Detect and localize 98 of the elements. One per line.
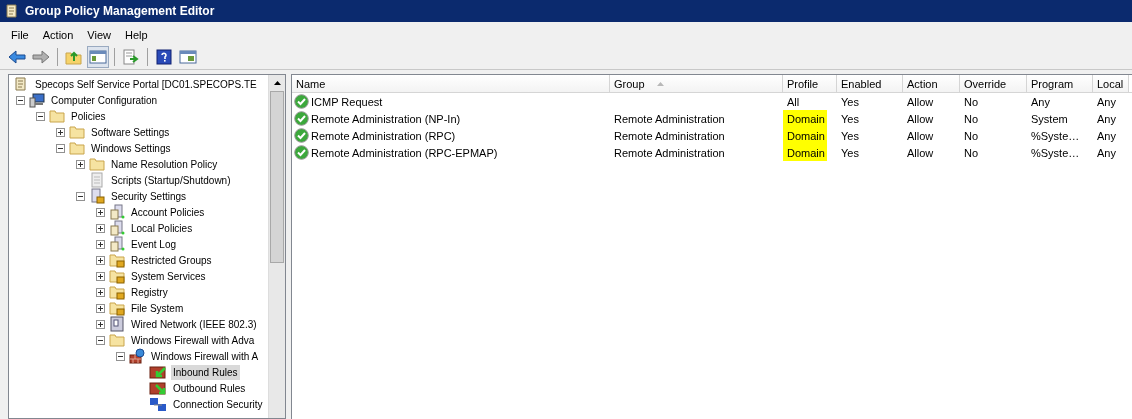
- folder-icon: [49, 108, 65, 124]
- rule-name[interactable]: Remote Administration (NP-In): [311, 112, 461, 125]
- tree-item[interactable]: Windows Firewall with Adva: [129, 332, 257, 348]
- tree-item[interactable]: Windows Settings: [89, 140, 173, 156]
- collapse-icon[interactable]: [96, 335, 105, 345]
- column-header[interactable]: Enabled: [837, 75, 903, 92]
- lockfolder-icon: [109, 284, 125, 300]
- column-header[interactable]: Action: [903, 75, 960, 92]
- tree-item[interactable]: Event Log: [129, 236, 179, 252]
- table-cell: All: [787, 95, 800, 108]
- tree-item[interactable]: Scripts (Startup/Shutdown): [109, 172, 233, 188]
- table-cell: %Syste…: [1031, 146, 1080, 159]
- tree-item[interactable]: Software Settings: [89, 124, 172, 140]
- table-cell: Domain: [787, 112, 825, 125]
- table-cell: Domain: [787, 129, 825, 142]
- table-cell: No: [964, 129, 979, 142]
- tree-item[interactable]: Connection Security: [171, 396, 265, 412]
- table-cell: Allow: [907, 112, 934, 125]
- document-icon: [13, 76, 29, 92]
- collapse-icon[interactable]: [56, 143, 65, 153]
- lockfolder-icon: [109, 300, 125, 316]
- expand-icon[interactable]: [96, 207, 105, 217]
- expand-icon[interactable]: [96, 271, 105, 281]
- table-cell: Any: [1097, 129, 1116, 142]
- column-header[interactable]: Local: [1093, 75, 1129, 92]
- table-cell: Remote Administration: [614, 146, 725, 159]
- table-cell: Yes: [841, 146, 859, 159]
- lockfolder-icon: [109, 252, 125, 268]
- tree-item[interactable]: System Services: [129, 268, 208, 284]
- tree-item[interactable]: Specops Self Service Portal [DC01.SPECOPS.TE: [33, 76, 259, 92]
- scrollbar[interactable]: [268, 75, 285, 418]
- table-cell: Allow: [907, 129, 934, 142]
- table-cell: Yes: [841, 129, 859, 142]
- collapse-icon[interactable]: [36, 111, 45, 121]
- table-cell: Yes: [841, 95, 859, 108]
- menu-item[interactable]: File: [4, 27, 36, 43]
- table-cell: %Syste…: [1031, 129, 1080, 142]
- window-title: Group Policy Management Editor: [25, 4, 215, 18]
- tree-item[interactable]: Name Resolution Policy: [109, 156, 220, 172]
- table-cell: System: [1031, 112, 1068, 125]
- menu-item[interactable]: Action: [35, 27, 81, 43]
- table-cell: Allow: [907, 146, 934, 159]
- table-cell: Domain: [787, 146, 825, 159]
- rule-name[interactable]: ICMP Request: [311, 95, 383, 108]
- table-cell: Allow: [907, 95, 934, 108]
- scroll-up-icon[interactable]: [273, 81, 281, 85]
- tree-item[interactable]: File System: [129, 300, 186, 316]
- app-icon: [4, 3, 20, 19]
- firewall-icon: [129, 348, 145, 364]
- column-header[interactable]: Name: [292, 75, 610, 92]
- folder-icon: [109, 332, 125, 348]
- computer-icon: [29, 92, 45, 108]
- table-cell: Remote Administration: [614, 129, 725, 142]
- table-cell: Any: [1097, 146, 1116, 159]
- menu-item[interactable]: View: [80, 27, 118, 43]
- network-icon: [109, 316, 125, 332]
- tree-item[interactable]: Restricted Groups: [129, 252, 214, 268]
- tree-item[interactable]: Inbound Rules: [171, 364, 240, 380]
- table-cell: Any: [1097, 95, 1116, 108]
- folder-icon: [69, 124, 85, 140]
- expand-icon[interactable]: [96, 303, 105, 313]
- table-cell: No: [964, 112, 979, 125]
- collapse-icon[interactable]: [16, 95, 25, 105]
- menu-item[interactable]: Help: [117, 27, 155, 43]
- expand-icon[interactable]: [96, 255, 105, 265]
- rule-name[interactable]: Remote Administration (RPC-EPMAP): [311, 146, 498, 159]
- table-cell: No: [964, 146, 979, 159]
- table-cell: Yes: [841, 112, 859, 125]
- expand-icon[interactable]: [96, 239, 105, 249]
- tree-view-icon[interactable]: [87, 45, 109, 68]
- table-cell: Any: [1031, 95, 1050, 108]
- tree-item[interactable]: Security Settings: [109, 188, 189, 204]
- tree-item[interactable]: Registry: [129, 284, 170, 300]
- table-cell: Remote Administration: [614, 112, 725, 125]
- expand-icon[interactable]: [56, 127, 65, 137]
- column-header[interactable]: Program: [1027, 75, 1093, 92]
- folder-icon: [89, 156, 105, 172]
- lockfolder-icon: [109, 268, 125, 284]
- tree-item[interactable]: Policies: [69, 108, 108, 124]
- collapse-icon[interactable]: [76, 191, 85, 201]
- expand-icon[interactable]: [96, 319, 105, 329]
- folder-icon: [69, 140, 85, 156]
- tree-item[interactable]: Computer Configuration: [49, 92, 160, 108]
- table-cell: No: [964, 95, 979, 108]
- tree-item[interactable]: Windows Firewall with A: [149, 348, 261, 364]
- tree-item[interactable]: Account Policies: [129, 204, 207, 220]
- expand-icon[interactable]: [96, 287, 105, 297]
- table-cell: Any: [1097, 112, 1116, 125]
- tree-item[interactable]: Local Policies: [129, 220, 195, 236]
- collapse-icon[interactable]: [116, 351, 125, 361]
- column-header[interactable]: Override: [960, 75, 1027, 92]
- rule-name[interactable]: Remote Administration (RPC): [311, 129, 456, 142]
- column-header[interactable]: Profile: [783, 75, 837, 92]
- tree-item[interactable]: Outbound Rules: [171, 380, 248, 396]
- column-header[interactable]: Group: [610, 75, 783, 92]
- tree-item[interactable]: Wired Network (IEEE 802.3): [129, 316, 259, 332]
- expand-icon[interactable]: [96, 223, 105, 233]
- expand-icon[interactable]: [76, 159, 85, 169]
